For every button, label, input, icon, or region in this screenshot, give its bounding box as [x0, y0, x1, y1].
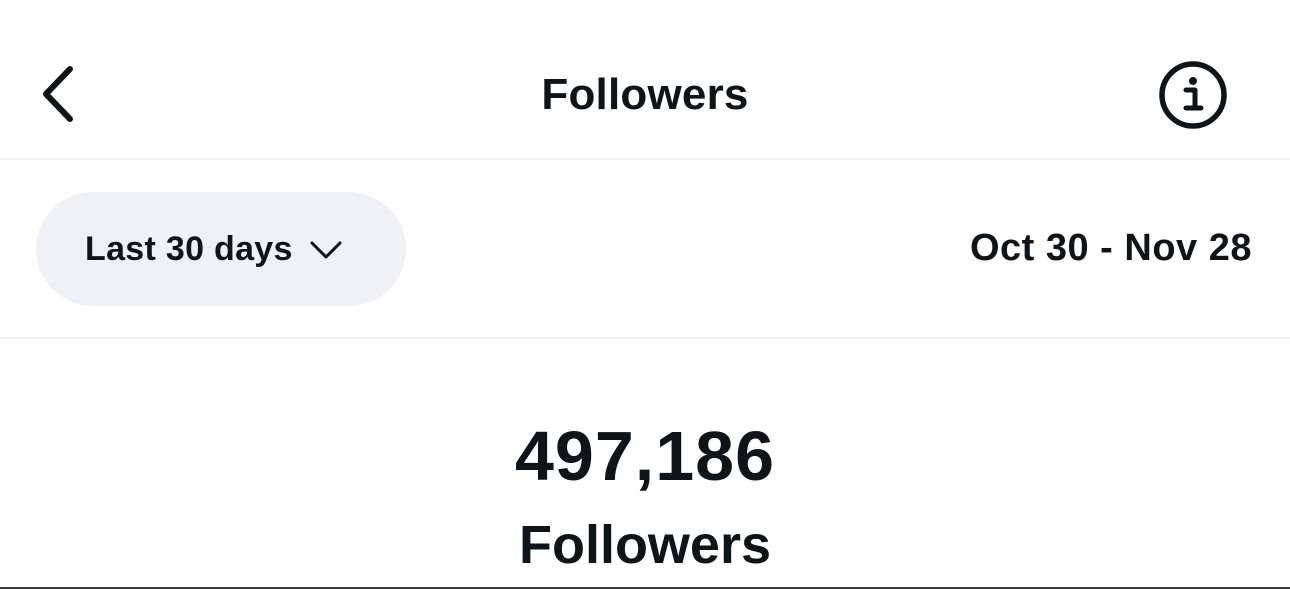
followers-count: 497,186 — [514, 417, 776, 495]
date-filter-row: Last 30 days Oct 30 - Nov 28 — [0, 162, 1290, 339]
chevron-down-icon — [309, 239, 343, 261]
date-range-text: Oct 30 - Nov 28 — [969, 227, 1252, 269]
top-bar: Followers — [0, 0, 1290, 160]
info-icon — [1159, 61, 1227, 129]
followers-screen: Followers Last 30 days Oct 30 - Nov 28 4… — [0, 0, 1290, 589]
info-button[interactable] — [1156, 58, 1230, 132]
date-range-dropdown-label: Last 30 days — [85, 229, 293, 268]
page-title: Followers — [541, 70, 749, 119]
followers-count-label: Followers — [518, 515, 772, 575]
date-range-dropdown[interactable]: Last 30 days — [36, 192, 406, 306]
